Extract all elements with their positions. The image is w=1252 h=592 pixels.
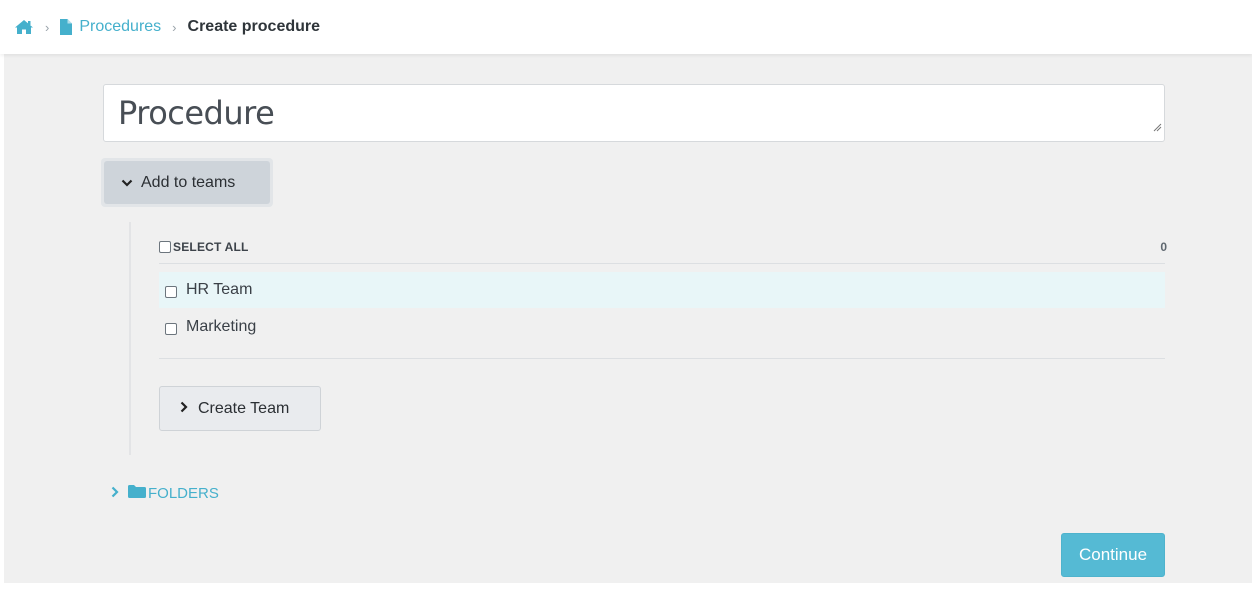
- create-team-label: Create Team: [198, 399, 290, 417]
- breadcrumb-bar: › Procedures › Create procedure: [0, 0, 1252, 54]
- breadcrumb: › Procedures › Create procedure: [14, 18, 320, 36]
- chevron-down-icon: [121, 174, 133, 192]
- select-all-row: SELECT ALL 0: [159, 232, 1167, 262]
- resize-handle-icon[interactable]: [1153, 103, 1162, 139]
- team-label: HR Team: [186, 281, 253, 298]
- divider: [159, 263, 1165, 264]
- add-to-teams-label: Add to teams: [141, 173, 236, 191]
- procedure-title-value: Procedure: [118, 94, 275, 132]
- main-content: Procedure Add to teams SELECT ALL 0 HR T…: [4, 54, 1252, 583]
- select-all-checkbox[interactable]: [159, 241, 171, 253]
- team-checkbox[interactable]: [165, 286, 177, 298]
- chevron-right-icon: [180, 400, 188, 418]
- continue-button[interactable]: Continue: [1061, 533, 1165, 577]
- divider: [159, 358, 1165, 359]
- file-icon: [60, 19, 73, 35]
- chevron-right-icon: [111, 485, 119, 502]
- home-icon[interactable]: [14, 19, 34, 35]
- breadcrumb-procedures-label: Procedures: [79, 18, 162, 35]
- team-item-hr-team[interactable]: HR Team: [159, 272, 1165, 308]
- breadcrumb-separator: ›: [45, 19, 50, 35]
- folders-toggle[interactable]: FOLDERS: [111, 485, 219, 502]
- selected-count: 0: [1160, 240, 1167, 254]
- select-all-label: SELECT ALL: [173, 240, 249, 254]
- team-label: Marketing: [186, 318, 257, 335]
- teams-panel: SELECT ALL 0 HR Team Marketing Create Te…: [129, 222, 1167, 455]
- procedure-title-input[interactable]: Procedure: [103, 84, 1165, 142]
- breadcrumb-current: Create procedure: [187, 18, 321, 35]
- team-checkbox[interactable]: [165, 323, 177, 335]
- breadcrumb-procedures-link[interactable]: Procedures: [60, 18, 161, 36]
- create-team-button[interactable]: Create Team: [159, 386, 321, 431]
- add-to-teams-toggle[interactable]: Add to teams: [101, 158, 273, 207]
- folders-label: FOLDERS: [148, 485, 219, 502]
- team-item-marketing[interactable]: Marketing: [159, 309, 1165, 345]
- folder-icon: [128, 485, 146, 502]
- breadcrumb-separator: ›: [172, 19, 177, 35]
